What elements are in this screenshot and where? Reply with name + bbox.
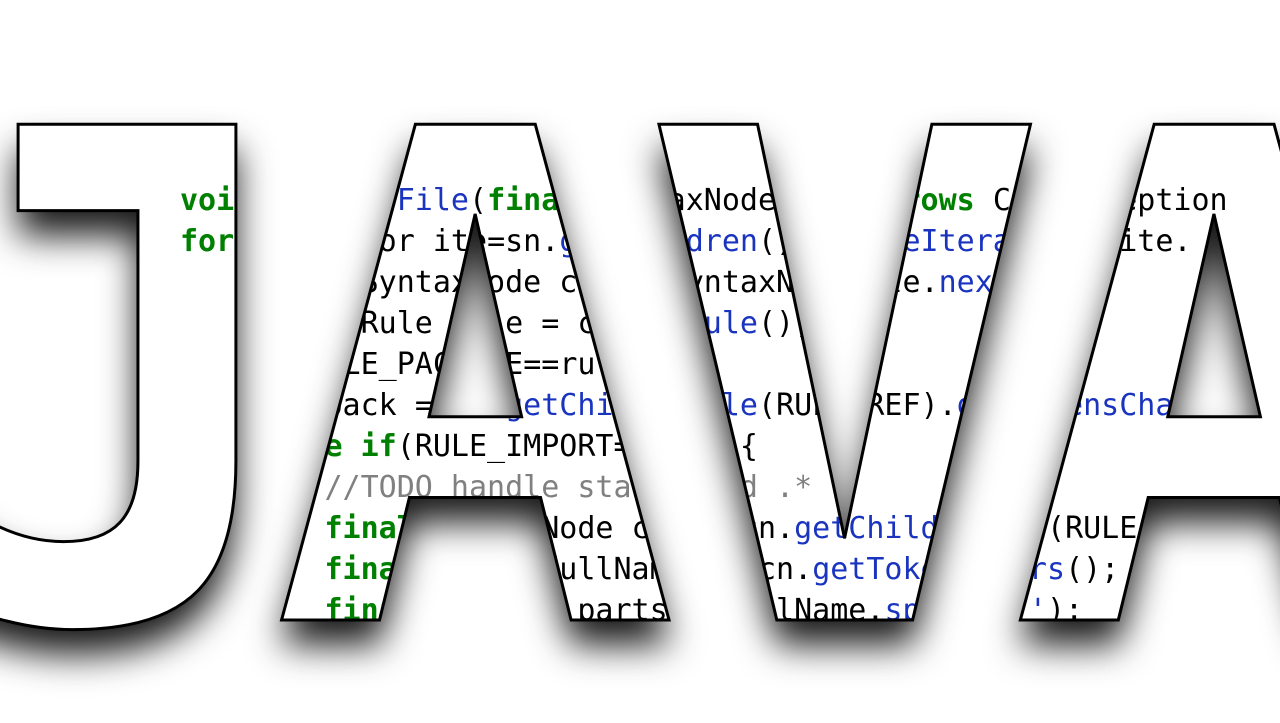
java-mask-svg: JAVA JAVA void convertFile(final SyntaxN… (0, 0, 1280, 723)
java-word-outline: JAVA (0, 0, 1280, 723)
java-art: { "word": "JAVA", "code": { "lines": [ [… (0, 0, 1280, 723)
